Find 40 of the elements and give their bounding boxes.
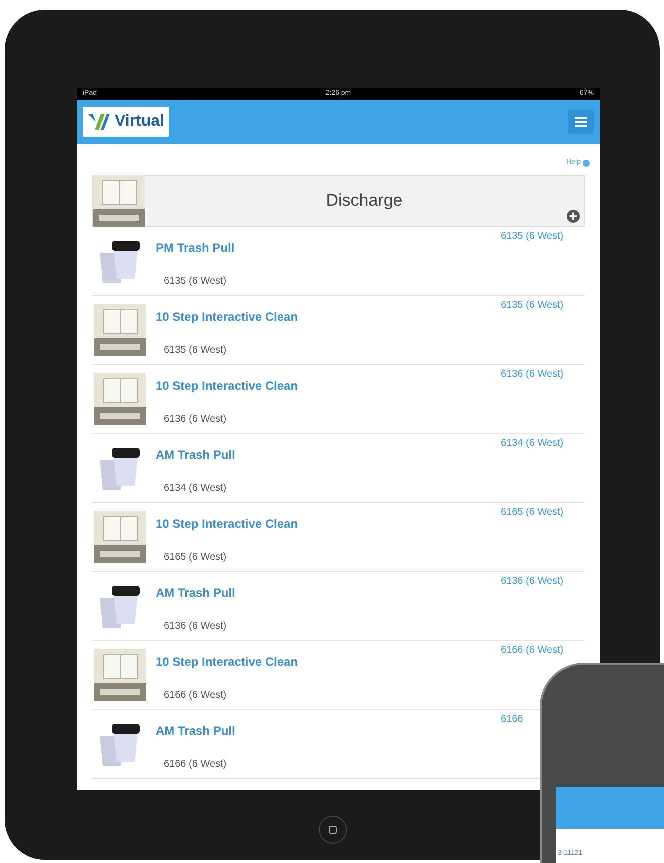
task-location: 6136 (6 West) <box>163 620 228 634</box>
task-location: 6136 (6 West) <box>163 412 228 426</box>
logo-text: Virtual <box>115 112 164 132</box>
room-label: 6136 (6 West) <box>501 574 564 588</box>
room-label: 6135 (6 West) <box>501 230 564 244</box>
room-label: 6166 <box>501 712 524 726</box>
room-thumbnail <box>94 510 146 562</box>
room-label: 6165 (6 West) <box>501 506 564 520</box>
room-label: 6166 (6 West) <box>501 644 564 658</box>
task-title: AM Trash Pull <box>156 446 236 464</box>
room-label: 6134 (6 West) <box>501 436 564 450</box>
plus-icon[interactable] <box>567 210 580 222</box>
task-location: 6166 (6 West) <box>163 688 228 702</box>
task-title: 10 Step Interactive Clean <box>156 378 300 394</box>
task-title: 10 Step Interactive Clean <box>156 516 300 532</box>
task-title: AM Trash Pull <box>156 584 236 602</box>
home-square-icon <box>328 826 336 834</box>
info-icon <box>583 160 590 167</box>
task-title: 10 Step Interactive Clean <box>156 308 300 326</box>
task-location: 6166 (6 West) <box>163 758 228 772</box>
menu-button[interactable] <box>568 110 594 134</box>
task-location: 6165 (6 West) <box>163 550 228 564</box>
task-title: 10 Step Interactive Clean <box>156 654 300 670</box>
room-thumbnail <box>94 304 146 356</box>
logo-stripes-icon <box>87 112 111 132</box>
task-title: PM Trash Pull <box>156 240 236 256</box>
room-thumbnail <box>94 372 146 424</box>
room-label: 6136 (6 West) <box>501 368 564 382</box>
home-button[interactable] <box>318 816 346 844</box>
category-header[interactable]: Discharge <box>92 174 585 226</box>
room-thumbnail <box>94 648 146 700</box>
room-label: 6135 (6 West) <box>501 298 564 312</box>
task-title: AM Trash Pull <box>156 722 236 740</box>
task-location: 6134 (6 West) <box>163 482 228 496</box>
task-location: 6135 (6 West) <box>163 274 228 288</box>
task-location: 6135 (6 West) <box>163 344 228 358</box>
menu-icon <box>575 117 587 127</box>
room-thumbnail <box>93 174 145 226</box>
logo[interactable]: Virtual <box>83 107 168 137</box>
category-title: Discharge <box>325 190 404 212</box>
